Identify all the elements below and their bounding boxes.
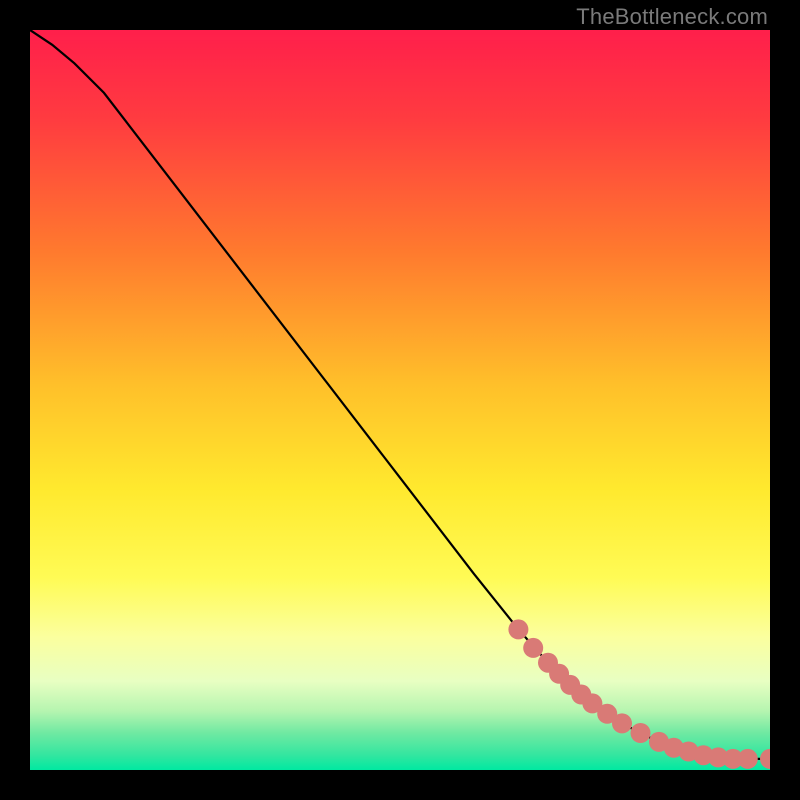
data-point bbox=[738, 749, 758, 769]
chart-frame: TheBottleneck.com bbox=[0, 0, 800, 800]
data-point bbox=[612, 713, 632, 733]
chart-svg bbox=[30, 30, 770, 770]
data-point bbox=[523, 638, 543, 658]
data-point bbox=[631, 723, 651, 743]
chart-plot bbox=[30, 30, 770, 770]
attribution-text: TheBottleneck.com bbox=[576, 4, 768, 30]
data-point bbox=[508, 619, 528, 639]
